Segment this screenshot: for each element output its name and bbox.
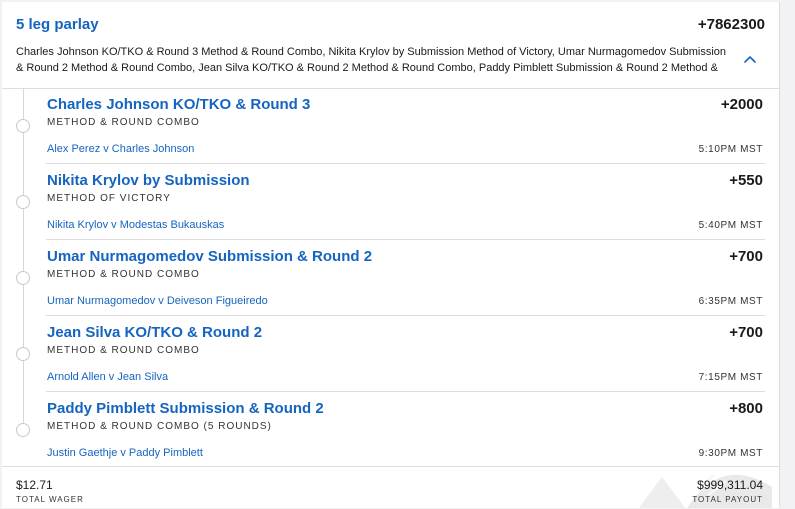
leg-row[interactable]: Umar Nurmagomedov Submission & Round 2 M… — [2, 240, 779, 316]
leg-market: METHOD & ROUND COMBO — [47, 269, 200, 280]
leg-status-dot — [16, 347, 30, 361]
leg-market: METHOD & ROUND COMBO (5 ROUNDS) — [47, 421, 272, 432]
leg-selection: Charles Johnson KO/TKO & Round 3 — [47, 96, 311, 113]
leg-odds: +550 — [729, 172, 763, 189]
leg-row[interactable]: Charles Johnson KO/TKO & Round 3 METHOD … — [2, 88, 779, 164]
parlay-title: 5 leg parlay — [16, 16, 99, 33]
total-wager-amount: $12.71 — [16, 478, 53, 492]
leg-start-time: 5:40PM MST — [698, 220, 763, 231]
leg-selection: Paddy Pimblett Submission & Round 2 — [47, 400, 324, 417]
leg-status-dot — [16, 119, 30, 133]
leg-start-time: 7:15PM MST — [698, 372, 763, 383]
leg-odds: +700 — [729, 248, 763, 265]
leg-event-link[interactable]: Justin Gaethje v Paddy Pimblett — [47, 447, 203, 459]
parlay-description: Charles Johnson KO/TKO & Round 3 Method … — [16, 46, 727, 74]
leg-row[interactable]: Paddy Pimblett Submission & Round 2 METH… — [2, 392, 779, 468]
leg-market: METHOD & ROUND COMBO — [47, 117, 200, 128]
leg-selection: Jean Silva KO/TKO & Round 2 — [47, 324, 263, 341]
leg-start-time: 5:10PM MST — [698, 144, 763, 155]
leg-row[interactable]: Jean Silva KO/TKO & Round 2 METHOD & ROU… — [2, 316, 779, 392]
chevron-up-icon[interactable] — [742, 52, 758, 64]
leg-market: METHOD OF VICTORY — [47, 193, 171, 204]
leg-odds: +700 — [729, 324, 763, 341]
leg-event-link[interactable]: Alex Perez v Charles Johnson — [47, 143, 194, 155]
leg-event-link[interactable]: Nikita Krylov v Modestas Bukauskas — [47, 219, 224, 231]
leg-selection: Nikita Krylov by Submission — [47, 172, 250, 189]
leg-status-dot — [16, 271, 30, 285]
leg-odds: +800 — [729, 400, 763, 417]
parlay-odds: +7862300 — [697, 16, 765, 33]
total-wager-label: TOTAL WAGER — [16, 495, 84, 504]
leg-row[interactable]: Nikita Krylov by Submission METHOD OF VI… — [2, 164, 779, 240]
leg-event-link[interactable]: Arnold Allen v Jean Silva — [47, 371, 168, 383]
leg-event-link[interactable]: Umar Nurmagomedov v Deiveson Figueiredo — [47, 295, 268, 307]
parlay-header[interactable]: 5 leg parlay +7862300 Charles Johnson KO… — [2, 2, 779, 89]
leg-odds: +2000 — [720, 96, 763, 113]
leg-start-time: 9:30PM MST — [698, 448, 763, 459]
total-payout-amount: $999,311.04 — [697, 478, 763, 492]
leg-status-dot — [16, 195, 30, 209]
leg-status-dot — [16, 423, 30, 437]
leg-start-time: 6:35PM MST — [698, 296, 763, 307]
parlay-card: 5 leg parlay +7862300 Charles Johnson KO… — [2, 2, 780, 508]
total-payout-label: TOTAL PAYOUT — [692, 495, 763, 504]
bet-footer: $12.71 TOTAL WAGER $999,311.04 TOTAL PAY… — [2, 466, 779, 508]
leg-market: METHOD & ROUND COMBO — [47, 345, 200, 356]
leg-selection: Umar Nurmagomedov Submission & Round 2 — [47, 248, 373, 265]
